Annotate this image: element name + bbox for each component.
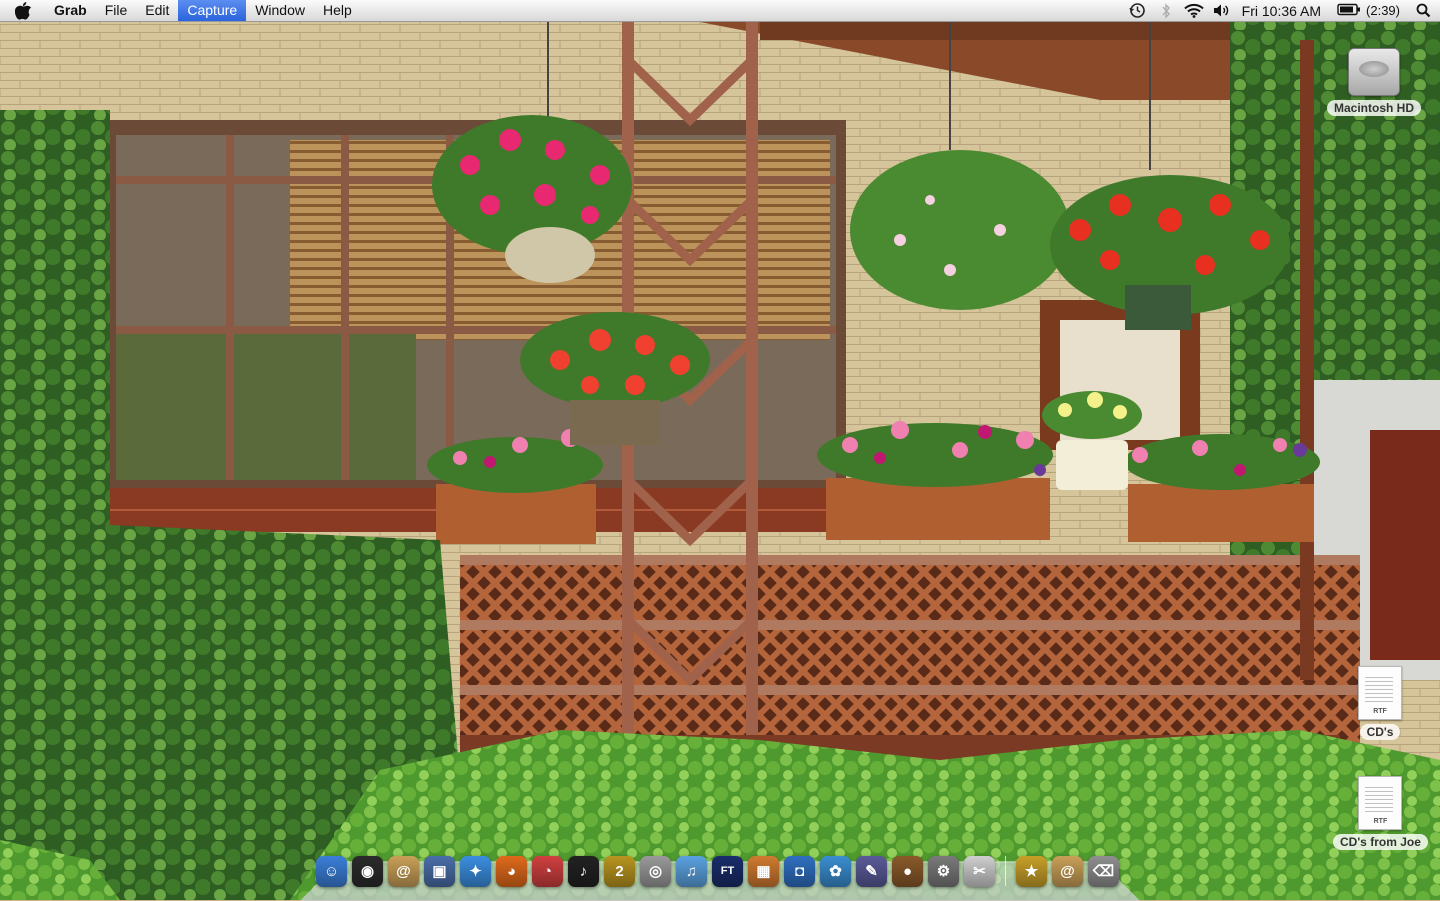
dock-item-app-2[interactable]: 2 xyxy=(604,855,635,887)
menu-bar-extras: Fri 10:36 AM (2:39) xyxy=(1124,0,1440,21)
dock-separator xyxy=(1005,856,1006,886)
app-2-icon: 2 xyxy=(604,855,635,887)
trash-icon: ⌫ xyxy=(1088,855,1119,887)
address-book-icon: @ xyxy=(388,855,419,887)
desktop-icon-cds-from-joe[interactable]: RTF CD's from Joe xyxy=(1333,776,1428,850)
dashboard-icon: ◉ xyxy=(352,855,383,887)
dock-item-address-card[interactable]: @ xyxy=(1052,855,1083,887)
iphoto-icon: ▦ xyxy=(748,855,779,887)
file-type-tag: RTF xyxy=(1373,708,1387,715)
finder-icon: ☺ xyxy=(316,855,347,887)
preview-icon: ▣ xyxy=(424,855,455,887)
dock-item-script-editor[interactable]: ✎ xyxy=(856,855,887,887)
menu-file[interactable]: File xyxy=(96,0,137,21)
rtf-document-icon: RTF xyxy=(1358,776,1403,830)
dock: ☺ ◉ @ ▣ ✦ ◕ ◔ ♪ 2 ◎ ♫ FT ▦ ◘ ✿ ✎ ● ⚙ ✂ ★ @ ⌫ xyxy=(316,850,1119,892)
dock-item-system-utility[interactable]: ◔ xyxy=(532,855,563,887)
spotlight-search-icon[interactable] xyxy=(1406,0,1440,21)
dock-item-iphoto[interactable]: ▦ xyxy=(748,855,779,887)
desktop-wallpaper-porch xyxy=(0,0,1440,900)
menu-help[interactable]: Help xyxy=(314,0,361,21)
dock-item-preview[interactable]: ▣ xyxy=(424,855,455,887)
dock-item-trash[interactable]: ⌫ xyxy=(1088,855,1119,887)
menu-clock[interactable]: Fri 10:36 AM xyxy=(1236,3,1331,19)
image-capture-icon: ◘ xyxy=(784,855,815,887)
itunes-icon: ♫ xyxy=(676,855,707,887)
dock-item-stuffit[interactable]: ★ xyxy=(1016,855,1047,887)
system-utility-icon: ◔ xyxy=(532,855,563,887)
desktop-icon-macintosh-hd[interactable]: Macintosh HD xyxy=(1327,48,1422,116)
dock-item-dashboard[interactable]: ◉ xyxy=(352,855,383,887)
menu-window[interactable]: Window xyxy=(246,0,314,21)
rtf-document-icon: RTF xyxy=(1358,666,1402,720)
file-type-tag: RTF xyxy=(1373,818,1388,825)
menu-bar-left: Grab File Edit Capture Window Help xyxy=(0,0,361,21)
flip4mac-icon: ♪ xyxy=(568,855,599,887)
app-menu-grab[interactable]: Grab xyxy=(46,0,96,21)
firefox-icon: ◕ xyxy=(496,855,527,887)
dock-item-dvd-player[interactable]: ◎ xyxy=(640,855,671,887)
safari-icon: ✦ xyxy=(460,855,491,887)
grab-icon: ✂ xyxy=(964,855,995,887)
menu-edit[interactable]: Edit xyxy=(136,0,178,21)
dock-item-image-capture[interactable]: ◘ xyxy=(784,855,815,887)
bluetooth-icon[interactable] xyxy=(1152,0,1180,21)
dock-item-flip4mac[interactable]: ♪ xyxy=(568,855,599,887)
dock-item-full-tilt-poker[interactable]: FT xyxy=(712,855,743,887)
coconut-battery-icon: ● xyxy=(892,855,923,887)
address-card-icon: @ xyxy=(1052,855,1083,887)
wifi-icon[interactable] xyxy=(1180,0,1208,21)
dock-item-coconut-battery[interactable]: ● xyxy=(892,855,923,887)
stuffit-icon: ★ xyxy=(1016,855,1047,887)
system-preferences-icon: ⚙ xyxy=(928,855,959,887)
battery-time-remaining: (2:39) xyxy=(1366,3,1400,18)
desktop-icon-label: CD's xyxy=(1359,724,1401,740)
dvd-player-icon: ◎ xyxy=(640,855,671,887)
hard-drive-icon xyxy=(1348,48,1400,96)
dock-item-finder[interactable]: ☺ xyxy=(316,855,347,887)
dock-item-ichat[interactable]: ✿ xyxy=(820,855,851,887)
full-tilt-poker-icon: FT xyxy=(712,855,743,887)
time-machine-icon[interactable] xyxy=(1124,0,1152,21)
battery-status[interactable]: (2:39) xyxy=(1331,3,1406,19)
dock-item-firefox[interactable]: ◕ xyxy=(496,855,527,887)
volume-icon[interactable] xyxy=(1208,0,1236,21)
script-editor-icon: ✎ xyxy=(856,855,887,887)
dock-item-grab[interactable]: ✂ xyxy=(964,855,995,887)
ichat-icon: ✿ xyxy=(820,855,851,887)
battery-icon xyxy=(1337,3,1361,19)
dock-item-address-book[interactable]: @ xyxy=(388,855,419,887)
menu-capture[interactable]: Capture xyxy=(178,0,247,21)
apple-icon[interactable] xyxy=(0,0,46,21)
desktop-icon-label: CD's from Joe xyxy=(1333,834,1428,850)
desktop-icon-label: Macintosh HD xyxy=(1327,100,1422,116)
dock-item-safari[interactable]: ✦ xyxy=(460,855,491,887)
dock-item-itunes[interactable]: ♫ xyxy=(676,855,707,887)
dock-item-system-preferences[interactable]: ⚙ xyxy=(928,855,959,887)
menu-bar: Grab File Edit Capture Window Help Fri 1… xyxy=(0,0,1440,22)
desktop-icon-cds[interactable]: RTF CD's xyxy=(1358,666,1402,740)
